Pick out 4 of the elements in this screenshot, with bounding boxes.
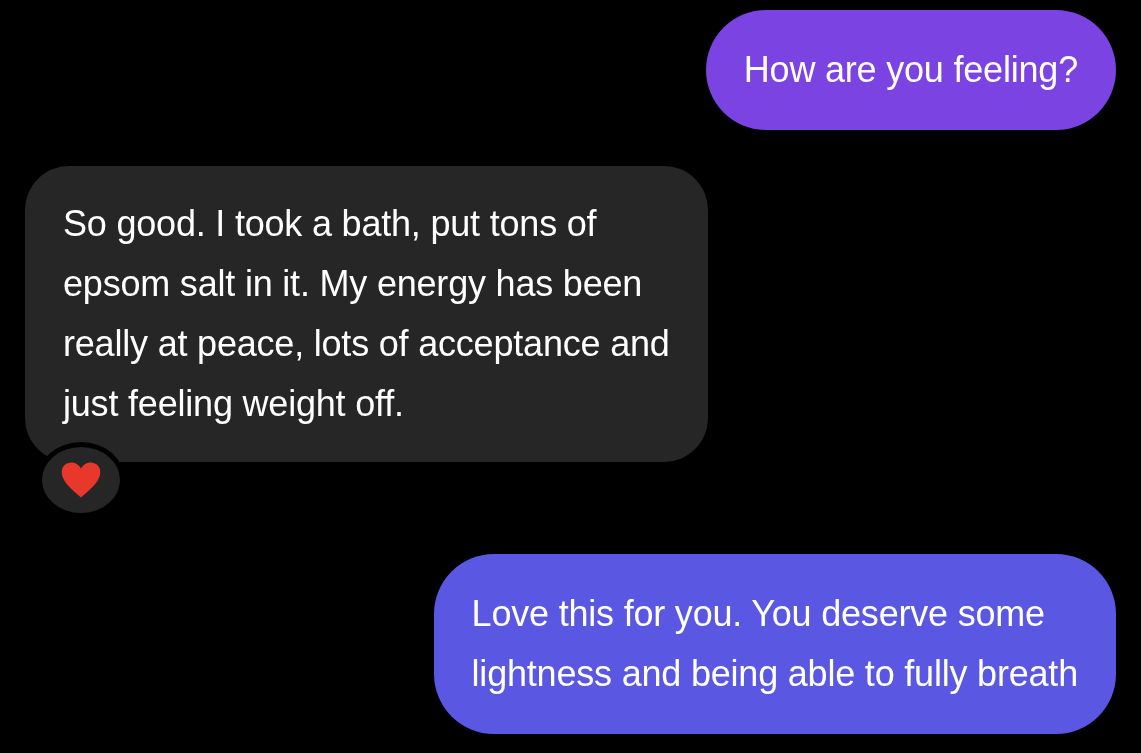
message-bubble: How are you feeling? — [705, 10, 1116, 130]
message-bubble: Love this for you. You deserve some lightness and being able to fully breath — [433, 554, 1116, 734]
message-bubble: So good. I took a bath, put tons of epsom salt in it. My energy has been really at peace, lots of acceptance and just feeling weight off. — [25, 166, 708, 462]
heart-icon — [60, 460, 102, 500]
